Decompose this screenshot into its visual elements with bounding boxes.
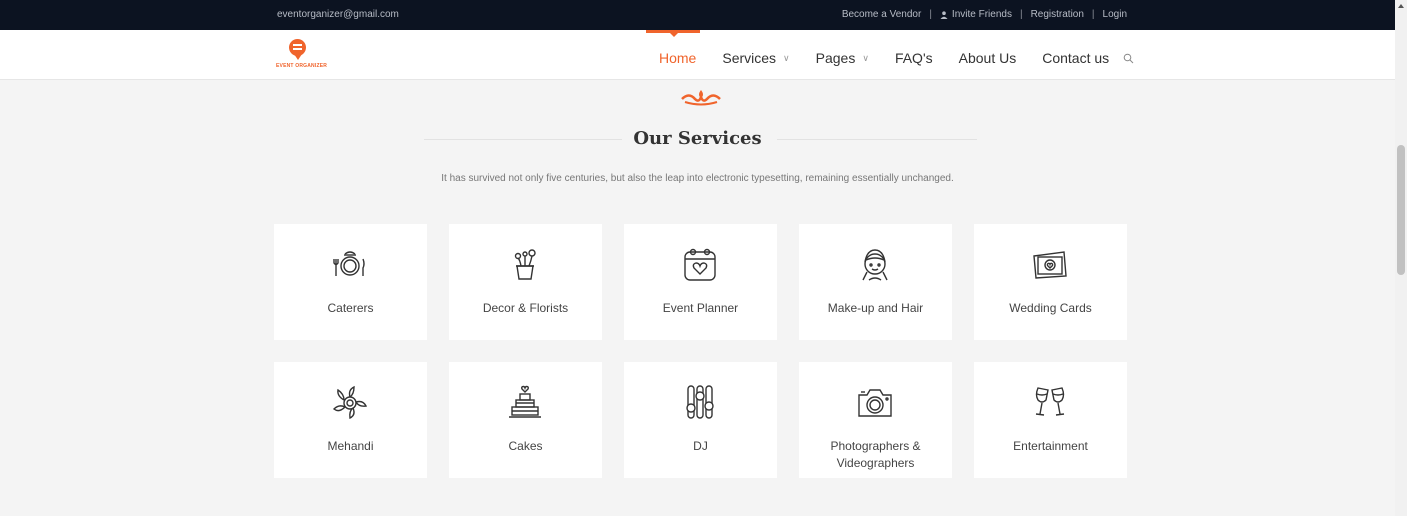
login-link[interactable]: Login (1103, 9, 1127, 20)
logo-text: EVENT ORGANIZER (276, 63, 328, 69)
service-label: Caterers (327, 301, 374, 315)
nav-pages-label: Pages (815, 50, 856, 66)
service-card-cakes[interactable]: Cakes (449, 362, 602, 478)
nav-pages[interactable]: Pages ∨ (816, 50, 869, 66)
scrollbar-thumb[interactable] (1397, 145, 1405, 275)
title-divider-right (777, 139, 977, 140)
nav-home-label: Home (659, 50, 697, 66)
camera-icon (858, 389, 892, 417)
top-bar: eventorganizer@gmail.com Become a Vendor… (0, 0, 1395, 30)
become-vendor-link[interactable]: Become a Vendor (842, 9, 922, 20)
logo-pin (294, 54, 302, 60)
service-card-makeup[interactable]: Make-up and Hair (799, 224, 952, 340)
henna-flower-icon (332, 385, 368, 420)
invite-friends-link[interactable]: Invite Friends (940, 9, 1012, 20)
toast-glasses-icon (1035, 387, 1065, 416)
card-heart-icon (1033, 251, 1067, 279)
top-links: Become a Vendor | Invite Friends | Regis… (842, 9, 1127, 20)
chevron-down-icon: ∨ (783, 52, 790, 63)
service-label: Mehandi (327, 439, 374, 453)
nav-services-label: Services (722, 50, 777, 66)
divider: | (1019, 9, 1023, 20)
service-label: Photographers & Videographers (830, 439, 921, 470)
divider: | (1091, 9, 1095, 20)
site-logo[interactable]: EVENT ORGANIZER (276, 39, 336, 73)
user-icon (940, 10, 948, 19)
plate-cutlery-icon (333, 251, 365, 276)
mixer-sliders-icon (686, 385, 714, 419)
invite-friends-label: Invite Friends (951, 9, 1012, 20)
page-scrollbar[interactable] (1395, 0, 1407, 516)
nav-contact-label: Contact us (1042, 50, 1110, 66)
section-title: Our Services (633, 128, 762, 149)
divider: | (929, 9, 932, 20)
service-card-caterers[interactable]: Caterers (274, 224, 427, 340)
service-label: Cakes (508, 439, 543, 453)
calendar-heart-icon (684, 248, 716, 281)
service-card-wedding-cards[interactable]: Wedding Cards (974, 224, 1127, 340)
nav-services[interactable]: Services ∨ (722, 50, 789, 66)
service-label: Event Planner (662, 301, 739, 315)
services-grid: Caterers Decor & Florists Event Planner … (274, 224, 1127, 478)
primary-nav: Home Services ∨ Pages ∨ FAQ's About Us Con… (659, 50, 1134, 66)
service-label: Entertainment (1013, 439, 1088, 453)
service-card-decor[interactable]: Decor & Florists (449, 224, 602, 340)
active-nav-indicator (646, 30, 700, 37)
nav-contact[interactable]: Contact us (1042, 50, 1109, 66)
nav-about[interactable]: About Us (959, 50, 1017, 66)
service-label: DJ (693, 439, 708, 453)
service-label: Wedding Cards (1009, 301, 1092, 315)
contact-email[interactable]: eventorganizer@gmail.com (277, 9, 399, 20)
search-icon[interactable] (1123, 53, 1134, 64)
service-label: Decor & Florists (482, 301, 569, 315)
nav-faqs-label: FAQ's (894, 50, 933, 66)
service-label: Make-up and Hair (827, 301, 924, 315)
service-card-event-planner[interactable]: Event Planner (624, 224, 777, 340)
nav-faqs[interactable]: FAQ's (895, 50, 933, 66)
section-subtitle: It has survived not only five centuries,… (441, 173, 954, 184)
nav-about-label: About Us (958, 50, 1017, 66)
registration-link[interactable]: Registration (1031, 9, 1084, 20)
ornament-icon (681, 90, 721, 106)
tiered-cake-icon (509, 385, 541, 418)
woman-face-icon (862, 249, 888, 281)
chevron-down-icon: ∨ (862, 52, 869, 63)
scroll-up-icon[interactable] (1398, 4, 1404, 8)
service-card-dj[interactable]: DJ (624, 362, 777, 478)
flower-pot-icon (514, 249, 536, 280)
service-card-entertainment[interactable]: Entertainment (974, 362, 1127, 478)
service-card-mehandi[interactable]: Mehandi (274, 362, 427, 478)
service-card-photographers[interactable]: Photographers & Videographers (799, 362, 952, 478)
nav-home[interactable]: Home (659, 50, 696, 66)
